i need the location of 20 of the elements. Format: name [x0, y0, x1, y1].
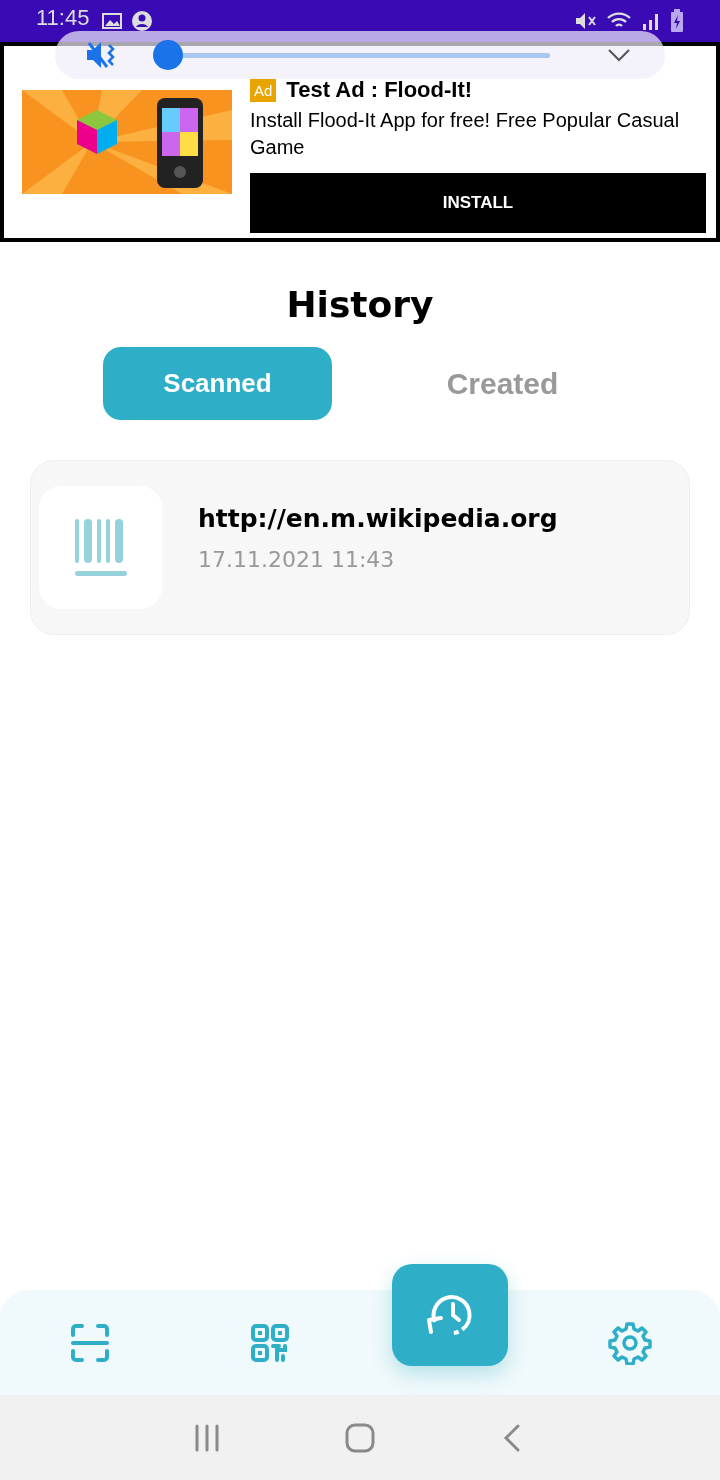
slider-thumb[interactable] [152, 40, 183, 70]
status-time: 11:45 [36, 5, 90, 31]
item-url: http://en.m.wikipedia.org [198, 503, 558, 533]
person-icon [131, 10, 154, 32]
image-icon [101, 12, 124, 30]
battery-icon [670, 9, 684, 33]
chevron-down-icon[interactable] [607, 48, 631, 62]
history-item[interactable]: http://en.m.wikipedia.org 17.11.2021 11:43 [30, 460, 690, 635]
ad-description: Install Flood-It App for free! Free Popular Casual Game [250, 108, 681, 160]
item-date: 17.11.2021 11:43 [198, 546, 396, 572]
home-icon[interactable] [345, 1422, 375, 1453]
barcode-icon [72, 516, 129, 579]
ad-title: Test Ad : Flood-It! [286, 77, 473, 103]
settings-icon [608, 1320, 652, 1365]
history-button[interactable] [392, 1263, 508, 1366]
scan-icon [70, 1322, 110, 1363]
install-button[interactable]: INSTALL [250, 173, 706, 233]
ad-badge: Ad [250, 78, 277, 102]
page-title: History [285, 284, 435, 325]
qr-code-icon [250, 1322, 290, 1363]
